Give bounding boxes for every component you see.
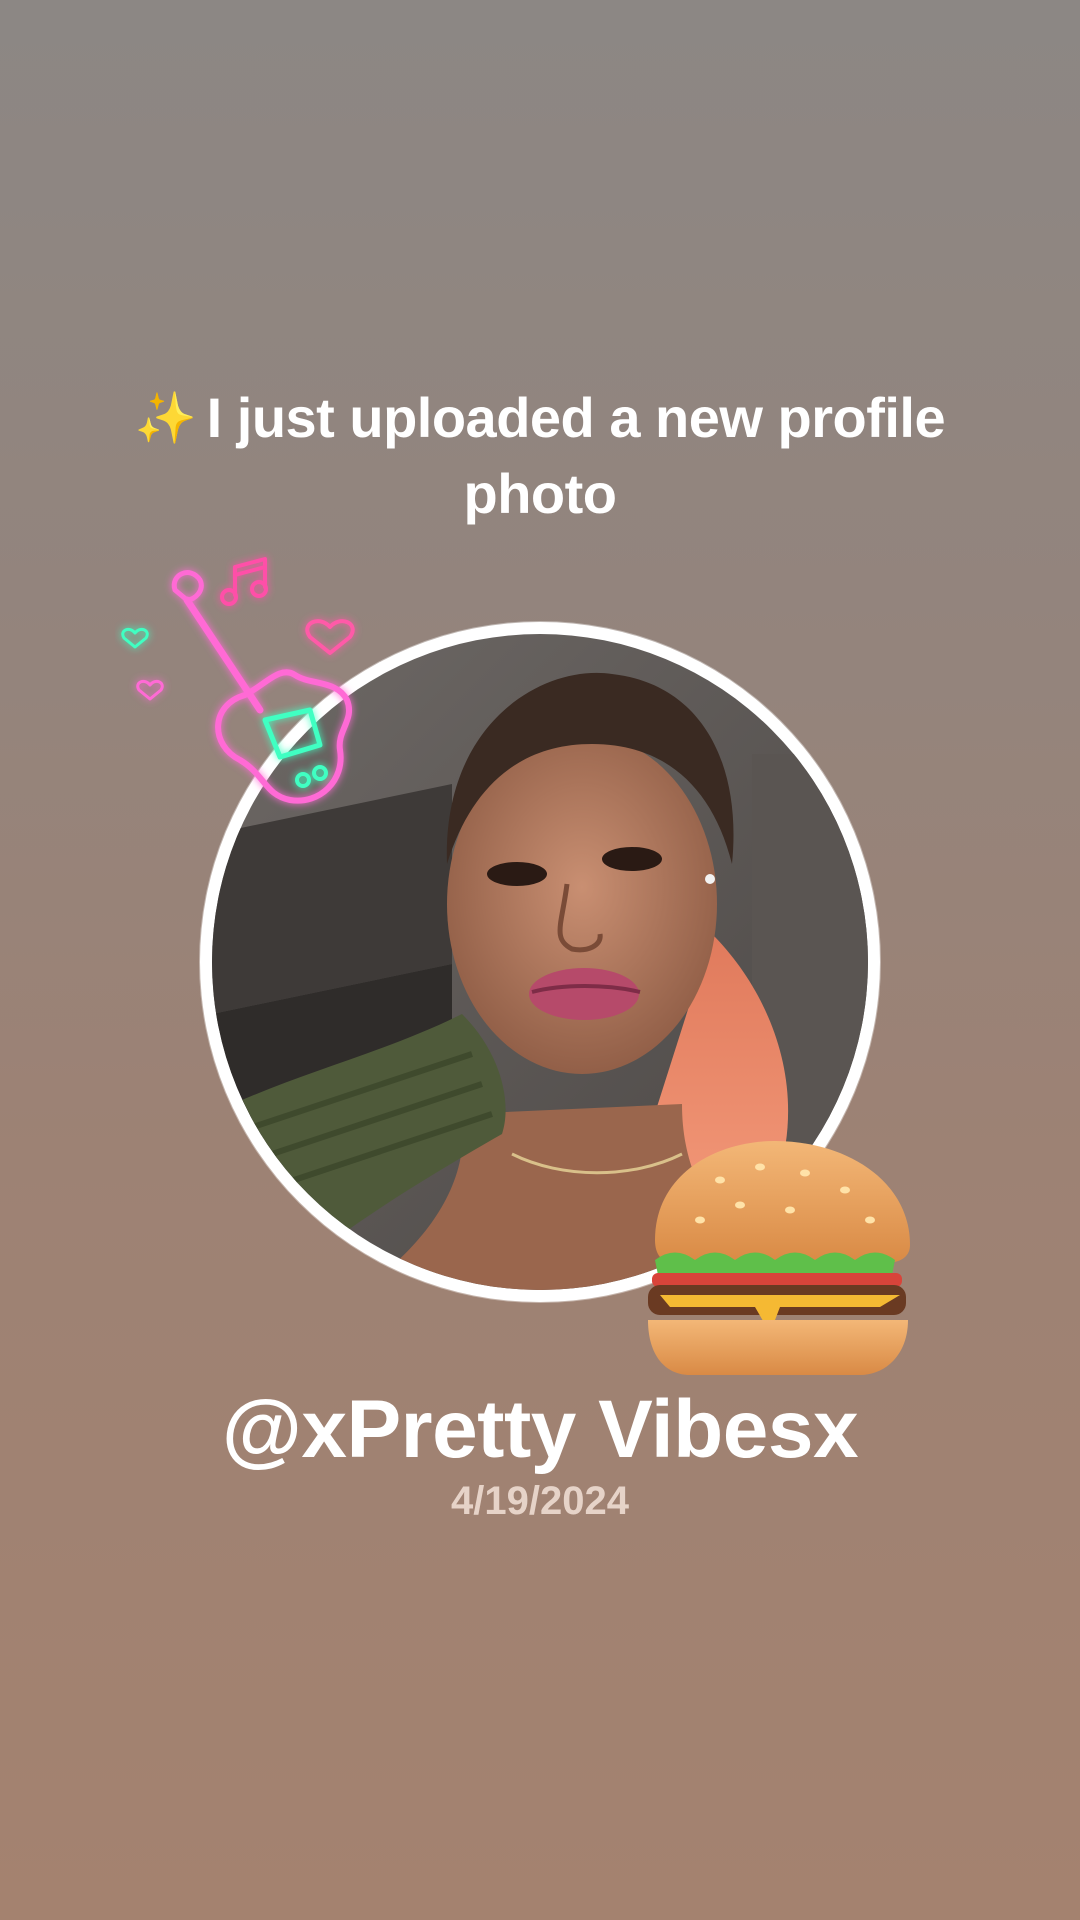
- burger-sticker[interactable]: [630, 1135, 915, 1385]
- upload-announcement: ✨ I just uploaded a new profile photo: [90, 380, 990, 532]
- guitar-music-hearts-icon: [121, 557, 355, 804]
- neon-guitar-sticker[interactable]: [115, 545, 400, 815]
- upload-date: 4/19/2024: [451, 1479, 629, 1523]
- hamburger-icon: [648, 1141, 910, 1375]
- headline-text: I just uploaded a new profile photo: [206, 386, 946, 525]
- username: @xPretty Vibesx: [221, 1384, 859, 1475]
- sparkles-icon: ✨: [134, 390, 197, 446]
